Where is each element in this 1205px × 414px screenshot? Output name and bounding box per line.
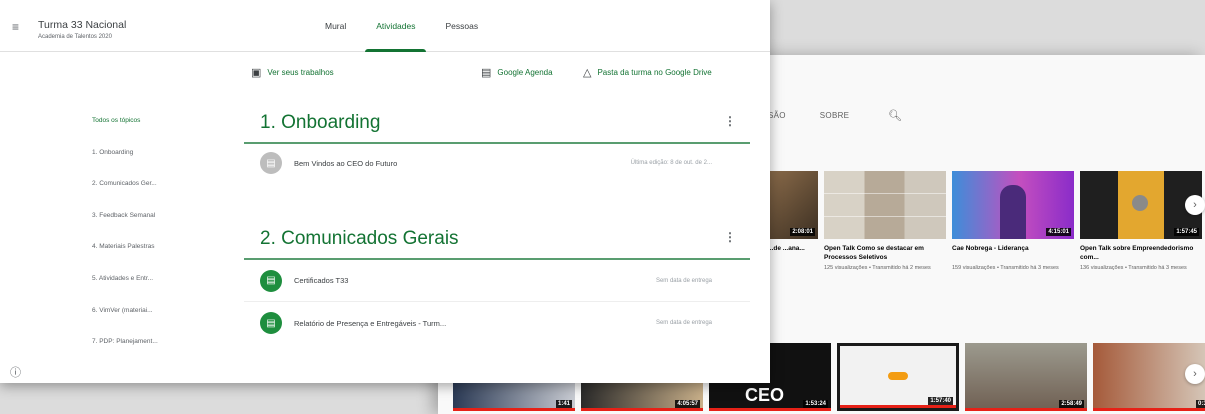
topic-title: 2. Comunicados Gerais [260, 228, 459, 249]
video-thumbnail[interactable]: 4:15:01 [952, 171, 1074, 239]
drive-folder-button[interactable]: △ Pasta da turma no Google Drive [583, 66, 712, 79]
video-title[interactable]: ...de ...ana... [768, 244, 818, 262]
calendar-button[interactable]: ▤ Google Agenda [481, 66, 553, 79]
drive-label: Pasta da turma no Google Drive [597, 68, 712, 77]
video-thumbnail[interactable] [824, 171, 946, 239]
view-work-label: Ver seus trabalhos [267, 68, 334, 77]
video-duration: 0:32 [1195, 400, 1205, 408]
video-thumbnail[interactable]: 2:08:01 [768, 171, 818, 239]
video-duration: 1:53:24 [803, 400, 828, 408]
classwork-item[interactable]: ▤ Relatório de Presença e Entregáveis - … [244, 302, 750, 344]
tab-mural[interactable]: Mural [310, 0, 361, 52]
calendar-label: Google Agenda [497, 68, 553, 77]
tab-atividades[interactable]: Atividades [361, 0, 430, 52]
video-duration: 1:57:40 [928, 397, 953, 405]
video-title[interactable]: Open Talk sobre Empreendedorismo com... [1080, 244, 1202, 262]
video-duration: 2:08:01 [790, 228, 815, 236]
item-meta: Sem data de entrega [655, 277, 712, 284]
item-title: Relatório de Presença e Entregáveis - Tu… [294, 318, 447, 328]
video-thumbnail[interactable]: 1:57:45 [1080, 171, 1202, 239]
video-duration: 1:57:45 [1174, 228, 1199, 236]
video-duration: 2:58:49 [1059, 400, 1084, 408]
material-icon: ▤ [260, 152, 282, 174]
ceo-logo-text: CEO [745, 385, 785, 405]
person-badge-icon: ▣ [251, 67, 262, 79]
drive-icon: △ [583, 67, 592, 79]
video-duration: 4:15:01 [1046, 228, 1071, 236]
video-thumbnail[interactable]: 1:57:40 [837, 343, 959, 411]
topic-section: 2. Comunicados Gerais ⋮ ▤ Certificados T… [244, 220, 750, 344]
assignment-icon: ▤ [260, 269, 282, 292]
classwork-actions: ▣ Ver seus trabalhos ▤ Google Agenda △ P… [0, 66, 770, 84]
video-card[interactable]: 2:08:01 ...de ...ana... [768, 171, 818, 272]
channel-tabs: SÃO SOBRE [768, 111, 849, 120]
video-title[interactable]: Cae Nobrega - Liderança [952, 244, 1074, 262]
sidebar-item-materiais[interactable]: 4. Materiais Palestras [92, 242, 202, 274]
video-thumbnail[interactable]: 2:58:49 [965, 343, 1087, 411]
channel-tab-partial[interactable]: SÃO [768, 111, 786, 120]
sidebar-item-comunicados[interactable]: 2. Comunicados Ger... [92, 179, 202, 211]
sidebar-item-feedback[interactable]: 3. Feedback Semanal [92, 211, 202, 243]
sidebar-item-atividades[interactable]: 5. Atividades e Entr... [92, 274, 202, 306]
video-duration: 1:41 [555, 400, 572, 408]
search-icon[interactable]: 🔍︎ [888, 109, 902, 122]
channel-tab-sobre[interactable]: SOBRE [820, 111, 850, 120]
video-card[interactable]: 4:15:01 Cae Nobrega - Liderança 159 visu… [952, 171, 1074, 272]
topic-section: 1. Onboarding ⋮ ▤ Bem Vindos ao CEO do F… [244, 104, 750, 182]
more-vert-icon[interactable]: ⋮ [724, 114, 736, 128]
course-tabs: Mural Atividades Pessoas [310, 0, 493, 52]
video-title[interactable]: Open Talk Como se destacar em Processos … [824, 244, 946, 262]
tab-pessoas[interactable]: Pessoas [430, 0, 493, 52]
view-work-button[interactable]: ▣ Ver seus trabalhos [251, 66, 334, 79]
menu-icon[interactable]: ≡ [12, 20, 19, 34]
sidebar-item-onboarding[interactable]: 1. Onboarding [92, 148, 202, 180]
classwork-item[interactable]: ▤ Bem Vindos ao CEO do Futuro Última edi… [244, 144, 750, 182]
assignment-icon: ▤ [260, 312, 282, 334]
calendar-icon: ▤ [481, 67, 492, 79]
video-card[interactable]: Open Talk Como se destacar em Processos … [824, 171, 946, 272]
video-duration: 4:05:57 [675, 400, 700, 408]
item-meta: Última edição: 8 de out. de 2... [630, 160, 712, 166]
chevron-right-icon[interactable]: › [1185, 364, 1205, 384]
classroom-window: ≡ Turma 33 Nacional Academia de Talentos… [0, 0, 770, 383]
classwork-item[interactable]: ▤ Certificados T33 Sem data de entrega [244, 260, 750, 302]
sidebar-item-all-topics[interactable]: Todos os tópicos [92, 116, 202, 148]
sidebar-item-pdp[interactable]: 7. PDP: Planejament... [92, 337, 202, 369]
more-vert-icon[interactable]: ⋮ [724, 230, 736, 244]
video-card[interactable]: 1:57:45 Open Talk sobre Empreendedorismo… [1080, 171, 1202, 272]
topics-sidebar: Todos os tópicos 1. Onboarding 2. Comuni… [92, 116, 202, 369]
item-title: Bem Vindos ao CEO do Futuro [294, 158, 398, 168]
course-name[interactable]: Turma 33 Nacional [38, 19, 126, 31]
video-row-1: 2:08:01 ...de ...ana... Open Talk Como s… [768, 171, 1202, 272]
topic-title: 1. Onboarding [260, 112, 381, 133]
video-meta: 159 visualizações • Transmitido há 3 mes… [952, 265, 1059, 271]
chevron-right-icon[interactable]: › [1185, 195, 1205, 215]
top-bar: ≡ Turma 33 Nacional Academia de Talentos… [0, 0, 770, 52]
video-meta: 125 visualizações • Transmitido há 2 mes… [824, 265, 931, 271]
item-meta: Sem data de entrega [655, 320, 712, 326]
help-icon[interactable]: ⓘ [10, 364, 21, 380]
sidebar-item-vimver[interactable]: 6. VimVer (materiai... [92, 306, 202, 338]
video-meta: 136 visualizações • Transmitido há 3 mes… [1080, 265, 1187, 271]
course-subtitle: Academia de Talentos 2020 [38, 34, 112, 40]
item-title: Certificados T33 [294, 276, 349, 285]
